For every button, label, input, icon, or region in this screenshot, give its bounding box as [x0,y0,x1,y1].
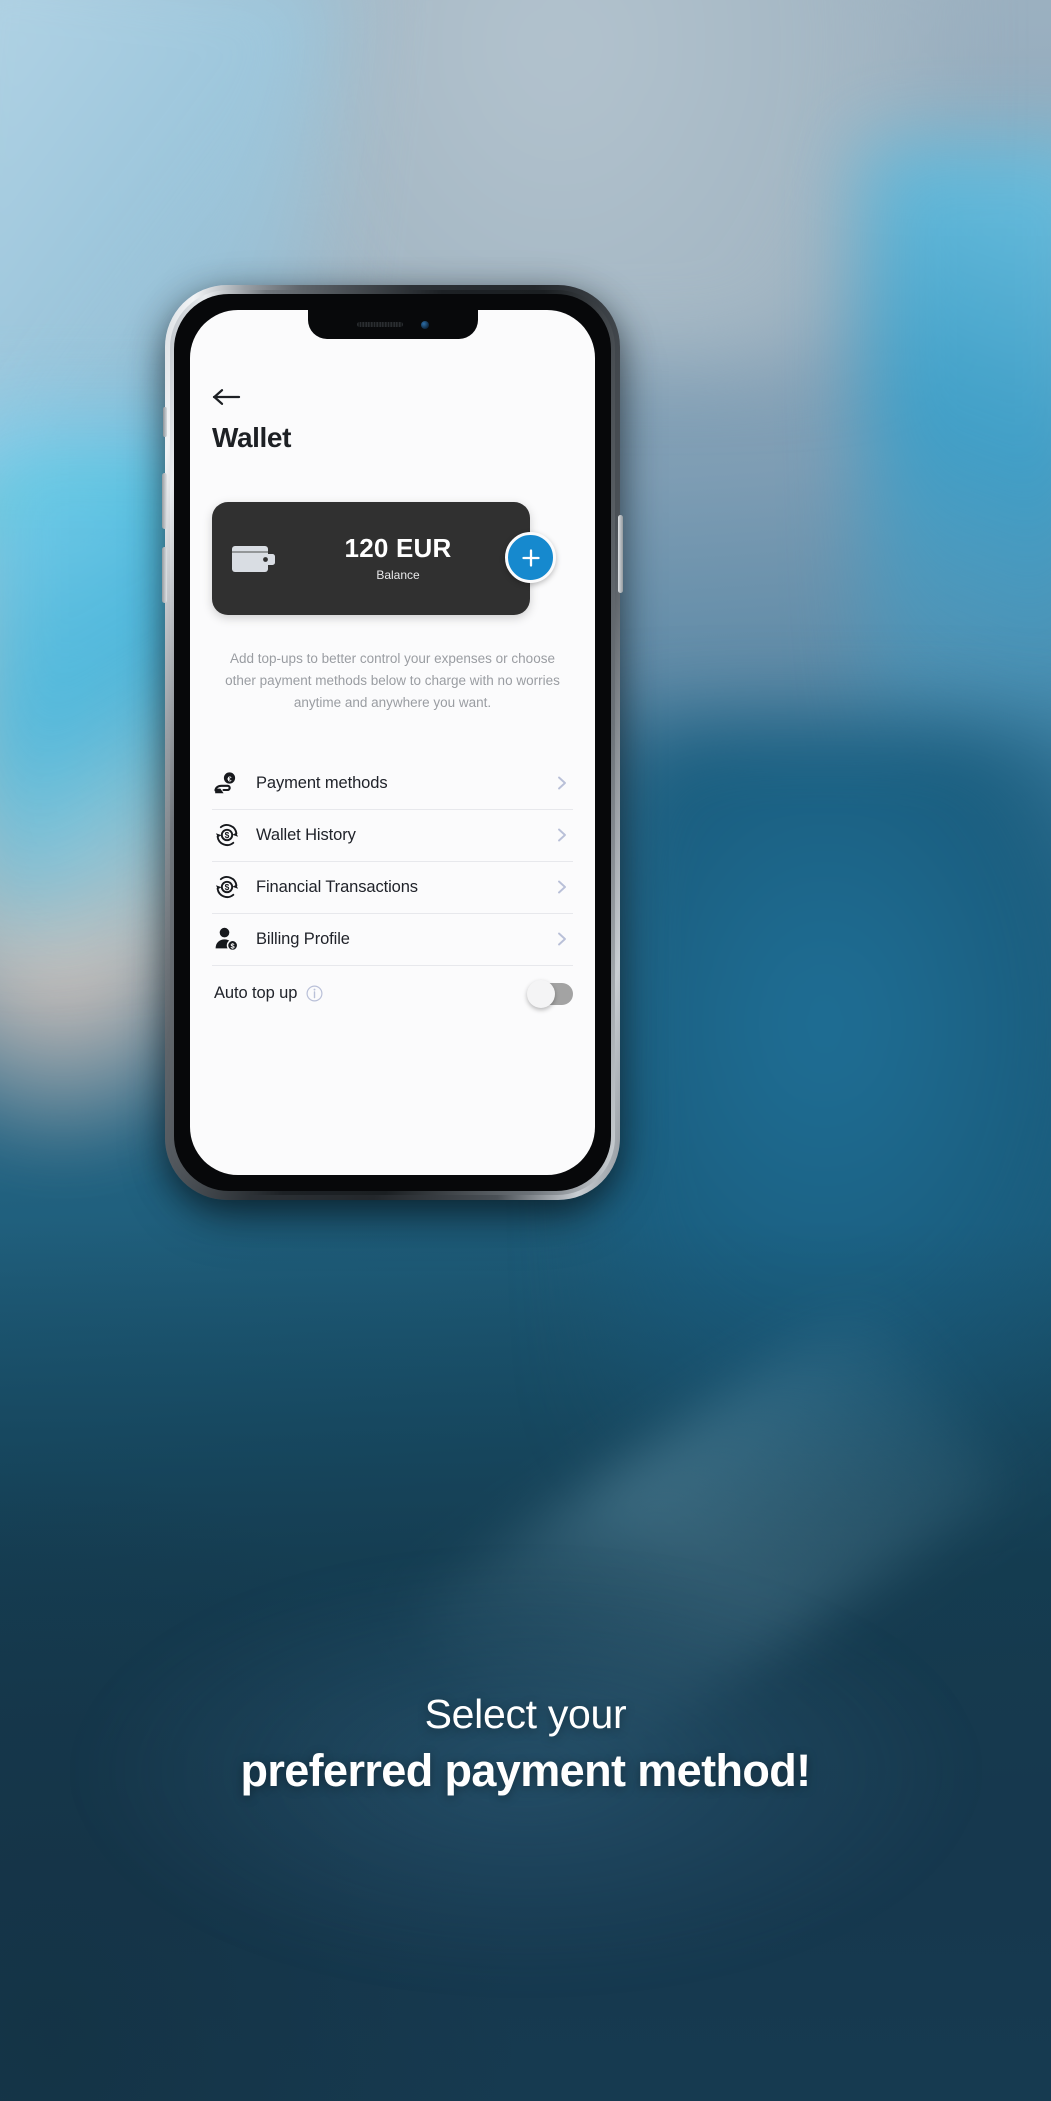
wallet-icon [232,539,276,579]
wallet-menu-list: € Payment methods $ Wallet History $ Fin… [212,758,573,1022]
volume-up-button[interactable] [162,473,167,529]
volume-down-button[interactable] [162,547,167,603]
back-arrow-icon [212,389,241,405]
auto-top-up-row: Auto top up [212,966,573,1022]
back-button[interactable] [212,385,242,409]
chevron-right-icon [553,930,571,948]
svg-text:$: $ [225,882,230,892]
plus-icon [521,548,540,567]
menu-item-label: Wallet History [256,825,356,844]
phone-notch [307,310,478,339]
caption-line-2: preferred payment method! [240,1745,811,1797]
menu-item-financial-transactions[interactable]: $ Financial Transactions [212,862,573,914]
menu-item-label: Billing Profile [256,929,350,948]
power-button[interactable] [618,515,623,593]
menu-item-billing-profile[interactable]: $ Billing Profile [212,914,573,966]
phone-mockup: Wallet 120 EUR Balance Add top-ups to be… [162,285,623,1212]
page-title: Wallet [212,422,292,453]
add-funds-button[interactable] [505,532,556,583]
speaker-grille-icon [356,322,403,327]
hand-euro-coin-icon: € [214,770,240,796]
mute-switch[interactable] [163,407,167,437]
menu-item-label: Payment methods [256,773,388,792]
menu-item-wallet-history[interactable]: $ Wallet History [212,810,573,862]
wallet-screen: Wallet 120 EUR Balance Add top-ups to be… [190,310,595,1175]
refresh-dollar-icon: $ [214,822,240,848]
phone-screen: Wallet 120 EUR Balance Add top-ups to be… [190,310,595,1175]
balance-texts: 120 EUR Balance [276,533,530,582]
auto-top-up-label: Auto top up [214,984,298,1003]
marketing-caption: Select your preferred payment method! [0,1690,1051,1798]
balance-label: Balance [376,567,420,582]
balance-card: 120 EUR Balance [212,502,530,615]
menu-item-label: Financial Transactions [256,877,418,896]
svg-text:$: $ [225,830,230,840]
caption-line-1: Select your [424,1691,627,1737]
svg-text:$: $ [231,941,235,950]
balance-amount: 120 EUR [344,533,452,564]
chevron-right-icon [553,774,571,792]
front-camera-icon [420,320,429,329]
menu-item-payment-methods[interactable]: € Payment methods [212,758,573,810]
chevron-right-icon [553,878,571,896]
info-icon[interactable] [306,985,323,1002]
auto-top-up-toggle[interactable] [527,979,573,1008]
refresh-dollar-icon: $ [214,874,240,900]
chevron-right-icon [553,826,571,844]
person-dollar-icon: $ [214,926,240,952]
balance-card-wrapper: 120 EUR Balance [212,502,573,615]
phone-bezel: Wallet 120 EUR Balance Add top-ups to be… [174,294,611,1191]
background-right-cyan [861,140,1051,820]
toggle-knob [527,979,555,1008]
description-text: Add top-ups to better control your expen… [225,651,560,710]
